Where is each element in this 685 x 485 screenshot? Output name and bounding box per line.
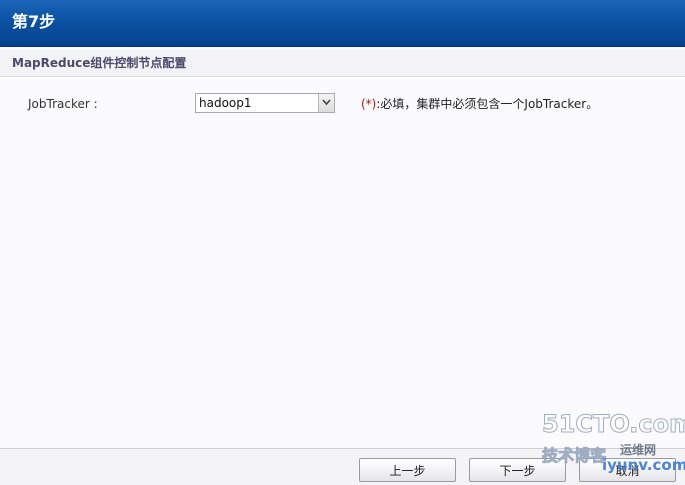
section-header: MapReduce组件控制节点配置 xyxy=(0,50,685,77)
content-panel xyxy=(0,77,685,448)
next-button[interactable]: 下一步 xyxy=(469,458,566,482)
jobtracker-select-value: hadoop1 xyxy=(199,96,252,110)
required-mark: (*) xyxy=(361,97,377,111)
step-title: 第7步 xyxy=(12,12,56,31)
cancel-button[interactable]: 取消 xyxy=(579,458,676,482)
section-title: MapReduce组件控制节点配置 xyxy=(12,56,187,70)
previous-button[interactable]: 上一步 xyxy=(359,458,456,482)
jobtracker-label: JobTracker : xyxy=(28,97,98,111)
title-bar: 第7步 xyxy=(0,0,685,47)
hint-text: :必填，集群中必须包含一个JobTracker。 xyxy=(376,97,599,111)
dropdown-button[interactable] xyxy=(318,94,334,112)
chevron-down-icon xyxy=(322,99,331,106)
jobtracker-select[interactable]: hadoop1 xyxy=(195,93,335,113)
jobtracker-hint: (*):必填，集群中必须包含一个JobTracker。 xyxy=(361,96,598,112)
